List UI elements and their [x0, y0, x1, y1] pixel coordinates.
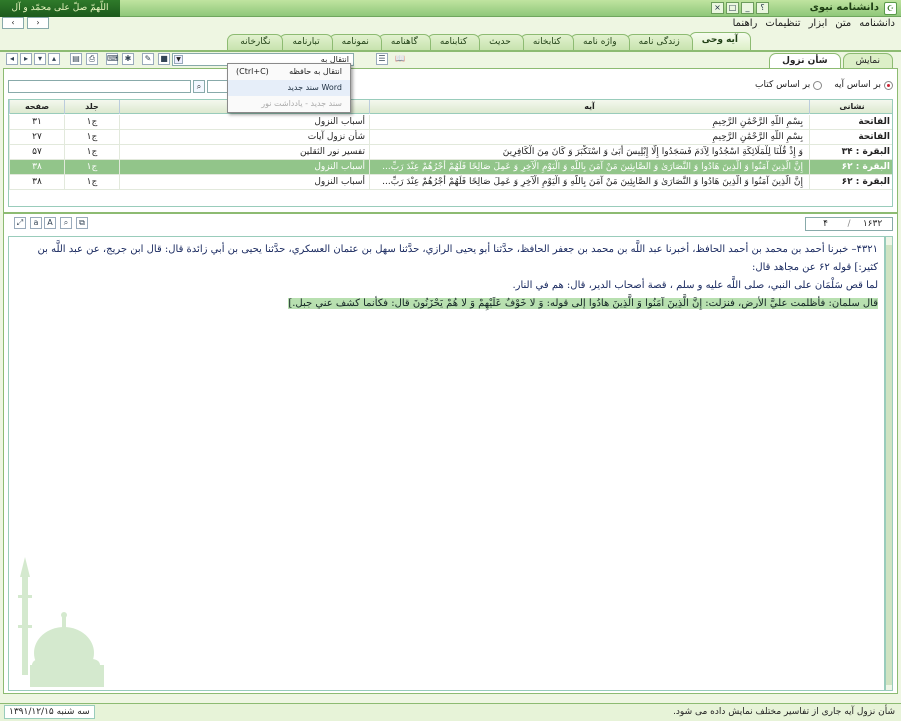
- text-paragraph: لما قص سَلْمَان على النبي، صلى اللَّه عل…: [512, 280, 878, 291]
- results-table: نشانی آیه جلد صفحه الفاتحة بِسْمِ اللَّه…: [8, 99, 893, 207]
- text-scrollbar[interactable]: [885, 236, 893, 691]
- keyboard-icon[interactable]: ⌨: [106, 53, 119, 65]
- text-toolbar: ⤢ a A ⌕ ⧉ ۱۶۳۲ / ۴: [0, 217, 901, 233]
- scrollbar-thumb[interactable]: [886, 245, 892, 685]
- tab-display[interactable]: نمایش: [842, 53, 893, 68]
- chevron-down-icon[interactable]: ▼: [174, 55, 183, 64]
- menu-text[interactable]: متن: [835, 17, 851, 31]
- copy-icon[interactable]: ⧉: [76, 217, 88, 229]
- window-title: دانشنامه نبوی: [809, 2, 879, 13]
- book-icon[interactable]: 📖: [394, 53, 406, 65]
- menu-item-new-word-doc[interactable]: Word سند جدید: [228, 80, 350, 96]
- header-page[interactable]: صفحه: [9, 100, 64, 114]
- transfer-popup-menu: انتقال به حافظه (Ctrl+C) Word سند جدید س…: [227, 63, 351, 113]
- page-current[interactable]: ۴: [806, 218, 845, 230]
- navigate-prev-icon[interactable]: ◂: [6, 53, 18, 65]
- panel-splitter[interactable]: [3, 212, 898, 214]
- app-icon: ☪: [884, 2, 897, 15]
- tab-samples[interactable]: نمونامه: [328, 34, 382, 50]
- window-controls: × □ _ ؟: [711, 2, 769, 14]
- note-icon[interactable]: ✎: [142, 53, 154, 65]
- menu-item-copy-clipboard[interactable]: انتقال به حافظه (Ctrl+C): [228, 64, 350, 80]
- search-icon[interactable]: ⌕: [193, 80, 205, 93]
- radio-by-book[interactable]: بر اساس کتاب: [755, 80, 823, 90]
- font-increase-icon[interactable]: A: [44, 217, 56, 229]
- forward-button[interactable]: ‹: [2, 17, 24, 29]
- navigate-next-icon[interactable]: ▸: [20, 53, 32, 65]
- stop-icon[interactable]: ■: [158, 53, 170, 65]
- search-text-icon[interactable]: ⌕: [60, 217, 72, 229]
- expand-icon[interactable]: ⤢: [14, 217, 26, 229]
- table-row[interactable]: الفاتحة بِسْمِ اللَّهِ الرَّحْمَٰنِ الرَ…: [9, 130, 892, 145]
- navigate-up-icon[interactable]: ▴: [48, 53, 60, 65]
- tab-library[interactable]: کتابخانه: [519, 34, 574, 50]
- tab-strip-divider: [0, 50, 901, 52]
- menu-settings[interactable]: تنظیمات: [765, 17, 800, 31]
- navigate-down-icon[interactable]: ▾: [34, 53, 46, 65]
- tab-genealogy[interactable]: تبارنامه: [279, 34, 333, 50]
- tab-revelation-context[interactable]: شأن نزول: [769, 53, 841, 68]
- shortcut-label: (Ctrl+C): [236, 67, 269, 76]
- minimize-button[interactable]: _: [741, 2, 754, 14]
- menu-tools[interactable]: ابزار: [809, 17, 828, 31]
- menu-help[interactable]: راهنما: [733, 17, 758, 31]
- close-button[interactable]: ×: [711, 2, 724, 14]
- tab-glossary[interactable]: واژه نامه: [569, 34, 630, 50]
- menu-item-new-note-doc[interactable]: سند جدید - یادداشت نور: [228, 96, 350, 112]
- header-sura[interactable]: نشانی: [809, 100, 892, 114]
- tab-chronology[interactable]: گاهنامه: [377, 34, 431, 50]
- tab-biography[interactable]: زندگی نامه: [625, 34, 693, 50]
- calligraphy-banner: اللّهمّ صلّ علی محمّد و آل محمّد: [0, 0, 120, 30]
- list-view-icon[interactable]: ☰: [376, 53, 388, 65]
- title-bar: اللّهمّ صلّ علی محمّد و آل محمّد ☪ دانشن…: [0, 0, 901, 30]
- menu-bar: دانشنامه متن ابزار تنظیمات راهنما: [0, 17, 901, 31]
- layout-icon[interactable]: ▤: [70, 53, 82, 65]
- mosque-watermark-icon: [18, 557, 104, 687]
- table-row-selected[interactable]: البقرة : ۶۲ إِنَّ الَّذِينَ آمَنُوا وَ ا…: [9, 160, 892, 175]
- status-bar: شأن نزول آيه جاری از تفاسیر مختلف نمایش …: [0, 703, 901, 721]
- radio-by-aya[interactable]: بر اساس آیه: [834, 80, 893, 90]
- bookmark-icon[interactable]: ✱: [122, 53, 134, 65]
- tab-bibliography[interactable]: کتابنامه: [426, 34, 481, 50]
- toolbar: ◂ ▸ ▾ ▴ ▤ ⎙ ⌨ ✱ ✎ ■ انتقال به ▼ ☰ 📖: [0, 53, 901, 68]
- tab-gallery[interactable]: نگارخانه: [227, 34, 284, 50]
- history-nav: ‹ ›: [2, 17, 49, 29]
- table-row[interactable]: البقرة : ۳۴ وَ إِذْ قُلْنَا لِلْمَلَائِك…: [9, 145, 892, 160]
- table-row[interactable]: البقرة : ۶۲ إِنَّ الَّذِينَ آمَنُوا وَ ا…: [9, 175, 892, 190]
- filter-options: بر اساس آیه بر اساس کتاب: [755, 80, 893, 90]
- table-row[interactable]: الفاتحة بِسْمِ اللَّهِ الرَّحْمَٰنِ الرَ…: [9, 115, 892, 130]
- print-icon[interactable]: ⎙: [86, 53, 98, 65]
- main-tabs: آیه وحی زندگی نامه واژه نامه کتابخانه حد…: [180, 32, 901, 50]
- help-button[interactable]: ؟: [756, 2, 769, 14]
- status-date: سه شنبه ۱۳۹۱/۱۲/۱۵: [4, 705, 95, 719]
- search-input-aya[interactable]: [8, 80, 191, 93]
- page-navigator[interactable]: ۱۶۳۲ / ۴: [805, 217, 893, 231]
- highlighted-text: قال سلمان: فأظلمت عليَّ الأرض، فنزلت: إِ…: [288, 298, 878, 309]
- back-button[interactable]: ›: [27, 17, 49, 29]
- maximize-button[interactable]: □: [726, 2, 739, 14]
- page-total: ۱۶۳۲: [862, 219, 883, 229]
- table-header: نشانی آیه جلد صفحه: [9, 100, 892, 114]
- tab-hadith[interactable]: حدیث: [476, 34, 524, 50]
- header-volume[interactable]: جلد: [64, 100, 119, 114]
- header-aya[interactable]: آیه: [369, 100, 809, 114]
- radio-dot-icon: [813, 80, 823, 90]
- text-paragraph: ۴۳۲۱– خبرنا أحمد بن محمد بن أحمد الحافظ،…: [37, 244, 878, 273]
- tab-aya[interactable]: آیه وحی: [688, 32, 751, 50]
- menu-encyclopedia[interactable]: دانشنامه: [859, 17, 895, 31]
- radio-dot-icon: [884, 80, 893, 90]
- status-message: شأن نزول آيه جاری از تفاسیر مختلف نمایش …: [673, 707, 895, 717]
- text-viewer[interactable]: ۴۳۲۱– خبرنا أحمد بن محمد بن أحمد الحافظ،…: [8, 236, 885, 691]
- sub-tabs: نمایش شأن نزول: [769, 53, 893, 68]
- font-decrease-icon[interactable]: a: [30, 217, 42, 229]
